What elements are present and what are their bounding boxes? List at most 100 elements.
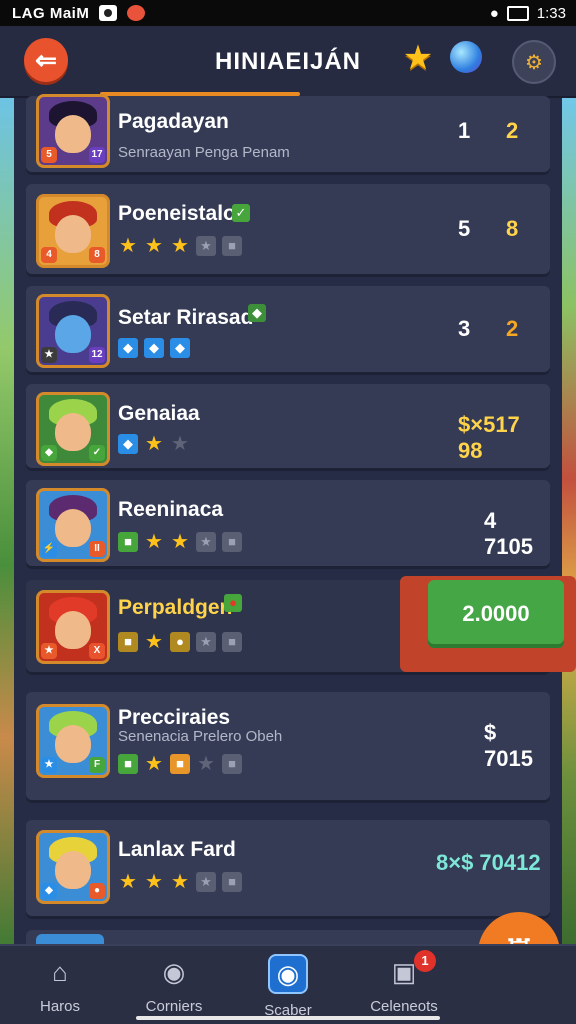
star-icon[interactable]: ★ [400,40,436,76]
star-icon: ★ [171,235,189,257]
skill-icon: ◆ [118,434,138,454]
home-indicator [136,1016,440,1020]
lock-icon: ■ [222,872,242,892]
star-icon: ★ [145,631,163,653]
star-rating: ★ ★ ★ ★ ■ [118,236,242,256]
star-icon: ★ [145,531,163,553]
reward-value: 8×$ 70412 [436,850,541,875]
avatar: ★ F [36,704,110,778]
settings-button[interactable]: ⚙ [512,40,556,84]
page-title: HINIAEIJÁN [214,48,362,75]
skill-icons: ◆ ★ ★ [118,434,190,454]
skill-icon: ◆ [144,338,164,358]
list-item[interactable]: ◆ ● Lanlax Fard ★ ★ ★ ★ ■ 8×$ 70412 [26,820,550,916]
lock-icon: ■ [222,754,242,774]
edit-icon: ✓ [232,204,250,222]
star-icon: ★ [119,235,137,257]
avatar: 5 17 [36,94,110,168]
star-icon: ★ [171,531,189,553]
star-icon: ★ [119,871,137,893]
player-name: Lanlax Fard [118,838,236,861]
shield-icon: ◉ [268,954,308,994]
lock-icon: ■ [222,532,242,552]
star-empty-icon: ★ [196,872,216,892]
wifi-icon: ● [489,4,499,22]
bag-icon: ◉ [162,956,186,987]
status-time: 1:33 [536,4,566,22]
skill-icon: ◆ [118,338,138,358]
nav-label: Celeneots [370,998,438,1015]
list-item[interactable]: ⚡ II Reeninaca ■ ★ ★ ★ ■ 4 7105 [26,480,550,566]
player-name: Poeneistaloa [118,202,248,225]
skill-icon: ● [170,632,190,652]
skill-icon: ■ [118,532,138,552]
player-subtitle: Senenacia Prelero Obeh [118,728,283,745]
nav-item-home[interactable]: ⌂ Haros [10,954,110,1016]
rank-value: 2 [506,316,519,341]
status-title: LAG MaiM [12,4,90,22]
player-name: Pagadayan [118,110,229,133]
nav-item-scaber[interactable]: ◉ Scaber [238,954,338,1019]
player-name: Precciraies [118,706,231,729]
score-value: 1 [458,118,471,143]
avatar: ◆ ● [36,830,110,904]
reward-value: $×517 98 [458,412,520,463]
star-empty-icon: ★ [196,532,216,552]
nav-label: Haros [39,998,80,1015]
badge-icon: ● [224,594,242,612]
star-icon: ★ [145,753,163,775]
star-empty-icon: ★ [197,753,215,775]
list-item-highlighted[interactable]: 2.0000 ★ X Perpaldgen ● ■ ★ ● ★ ■ [26,576,576,672]
notification-badge: 1 [414,950,436,972]
star-icon: ★ [145,235,163,257]
skill-icon: ■ [170,754,190,774]
player-name: Perpaldgen [118,596,233,619]
list-item[interactable]: ★ F Precciraies Senenacia Prelero Obeh ■ ★… [26,692,550,800]
player-name: Setar Rirasad [118,306,254,329]
star-rating: ■ ★ ■ ★ ■ [118,754,242,774]
rank-value: 8 [506,216,519,241]
star-icon: ★ [145,433,163,455]
nav-item-corniers[interactable]: ◉ Corniers [124,954,224,1016]
player-subtitle: Senraayan Penga Penam [118,144,290,161]
gem-icon[interactable] [450,41,482,73]
avatar: ★ 12 [36,294,110,368]
skill-icon: ◆ [170,338,190,358]
claim-button[interactable]: 2.0000 [428,580,564,648]
star-icon: ★ [171,871,189,893]
nav-item-celeneots[interactable]: ▣ 1 Celeneots [354,950,454,1015]
score-value: 3 [458,316,471,341]
score-value: 5 [458,216,471,241]
avatar: ★ X [36,590,110,664]
reward-value: 4 7105 [484,508,533,559]
app-icon [127,5,146,21]
lock-icon: ■ [222,236,242,256]
list-item[interactable]: 5 17 Pagadayan Senraayan Penga Penam 1 2 [26,94,550,172]
list-item[interactable]: ★ 12 Setar Rirasad ◆ ◆ ◆ ◆ 3 2 [26,286,550,372]
star-empty-icon: ★ [171,433,189,455]
player-name: Reeninaca [118,498,224,521]
star-rating: ■ ★ ★ ★ ■ [118,532,242,552]
avatar: 48 [36,194,110,268]
skill-icons: ◆ ◆ ◆ [118,338,190,358]
avatar: ⚡ II [36,488,110,562]
battery-icon [506,5,529,21]
status-bar: LAG MaiM ● 1:33 [0,0,576,26]
header: ⇐ HINIAEIJÁN ★ ⚙ [0,26,576,98]
star-rating: ★ ★ ★ ★ ■ [118,872,242,892]
settings-icon: ⚙ [525,51,543,74]
star-icon: ★ [145,871,163,893]
star-rating: ■ ★ ● ★ ■ [118,632,242,652]
avatar: ◆ ✓ [36,392,110,466]
star-empty-icon: ★ [196,632,216,652]
notification-icon [99,5,118,21]
star-empty-icon: ★ [196,236,216,256]
home-icon: ⌂ [52,956,68,987]
player-name: Genaiaa [118,402,200,425]
list-item[interactable]: 48 Poeneistaloa ✓ ★ ★ ★ ★ ■ 5 8 [26,184,550,274]
lock-icon: ■ [222,632,242,652]
nav-label: Corniers [145,998,203,1015]
reward-value: $ 7015 [484,720,533,771]
list-item[interactable]: ◆ ✓ Genaiaa ◆ ★ ★ $×517 98 [26,384,550,468]
rank-value: 2 [506,118,519,143]
